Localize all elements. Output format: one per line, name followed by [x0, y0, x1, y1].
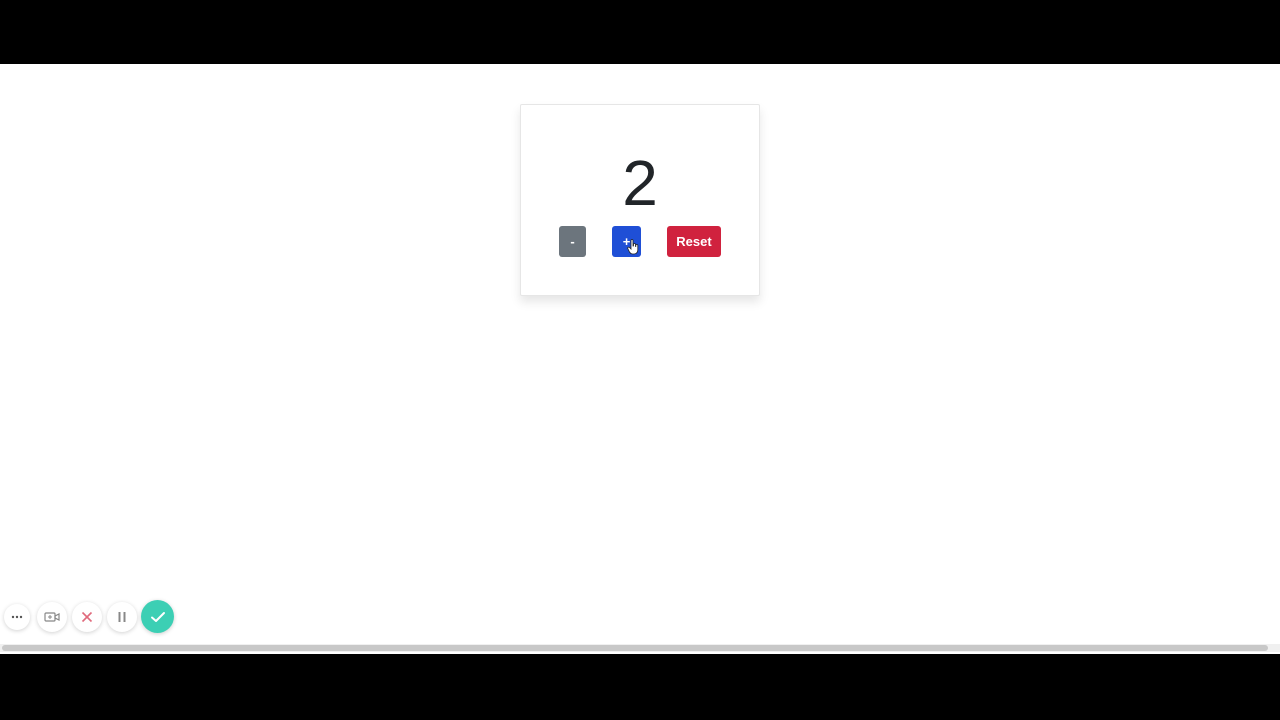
top-letterbox — [0, 0, 1280, 64]
recording-toolbar — [0, 600, 190, 636]
more-options-button[interactable] — [4, 604, 30, 630]
check-icon — [150, 611, 165, 622]
page-viewport: 2 - + Reset — [0, 64, 1280, 654]
camera-icon — [44, 612, 60, 622]
finish-recording-button[interactable] — [141, 600, 174, 633]
counter-card: 2 - + Reset — [520, 104, 760, 296]
camera-toggle-button[interactable] — [37, 602, 67, 632]
more-icon — [11, 615, 23, 619]
bottom-letterbox — [0, 654, 1280, 720]
close-icon — [81, 611, 93, 623]
reset-button[interactable]: Reset — [667, 226, 721, 257]
cancel-recording-button[interactable] — [72, 602, 102, 632]
decrement-button[interactable]: - — [559, 226, 586, 257]
pause-recording-button[interactable] — [107, 602, 137, 632]
count-display: 2 — [622, 147, 658, 219]
scrollbar-thumb[interactable] — [2, 645, 1268, 651]
pause-icon — [118, 612, 126, 622]
increment-button[interactable]: + — [612, 226, 641, 257]
